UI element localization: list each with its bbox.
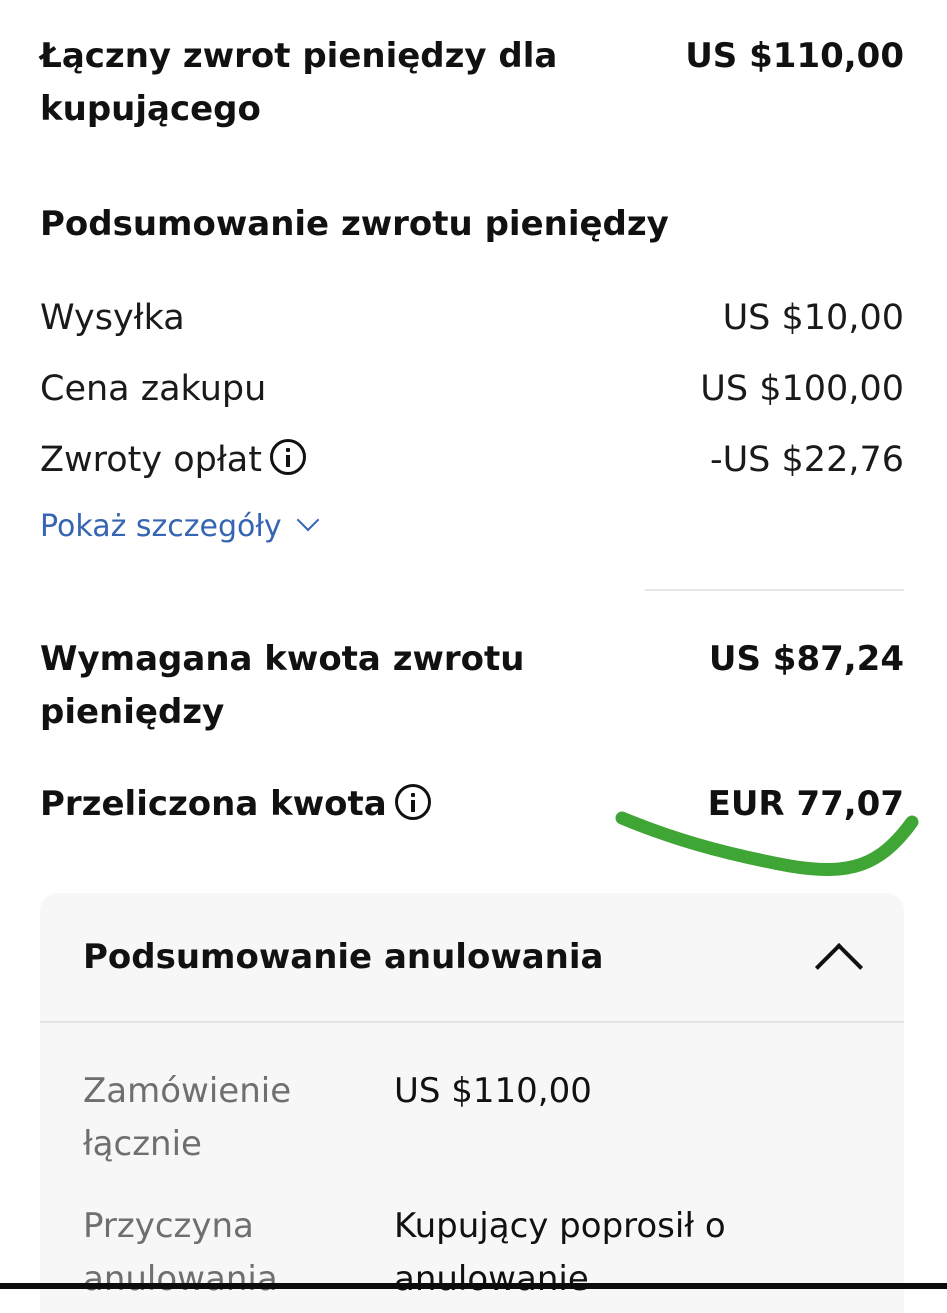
required-amount-row: Wymagana kwota zwrotu pieniędzy US $87,2… [40, 633, 904, 739]
refund-summary-heading-row: Podsumowanie zwrotu pieniędzy [40, 198, 904, 251]
cancel-reason-row: Przyczyna anulowania Kupujący poprosił o… [83, 1200, 814, 1306]
info-icon[interactable] [269, 439, 306, 475]
fee-refunds-label-wrap: Zwroty opłat [40, 438, 306, 482]
required-amount-value: US $87,24 [708, 639, 904, 679]
info-icon[interactable] [394, 783, 431, 820]
shipping-value: US $10,00 [722, 298, 904, 338]
cancel-reason-value: Kupujący poprosił o anulowanie [394, 1206, 726, 1299]
fee-refunds-value: -US $22,76 [709, 440, 904, 480]
total-refund-value: US $110,00 [685, 36, 904, 76]
green-underline-annotation [615, 811, 919, 877]
total-refund-row: Łączny zwrot pieniędzy dla kupującego US… [40, 30, 904, 136]
purchase-price-row: Cena zakupu US $100,00 [40, 367, 904, 411]
refund-summary-heading: Podsumowanie zwrotu pieniędzy [40, 204, 669, 244]
converted-amount-label-wrap: Przeliczona kwota [40, 778, 431, 831]
cancel-reason-label: Przyczyna anulowania [83, 1206, 278, 1299]
order-total-value: US $110,00 [394, 1071, 592, 1111]
required-amount-label: Wymagana kwota zwrotu pieniędzy [40, 639, 525, 732]
fee-refunds-label: Zwroty opłat [40, 440, 262, 480]
shipping-row: Wysyłka US $10,00 [40, 296, 904, 340]
divider [645, 589, 904, 591]
cancellation-summary-title: Podsumowanie anulowania [83, 937, 604, 977]
chevron-up-icon[interactable] [814, 942, 864, 992]
cancellation-summary-header[interactable]: Podsumowanie anulowania [40, 893, 904, 1023]
bottom-edge [0, 1283, 947, 1289]
fee-refunds-row: Zwroty opłat -US $22,76 [40, 438, 904, 482]
shipping-label: Wysyłka [40, 298, 185, 338]
cancellation-summary-card: Podsumowanie anulowania Zamówienie łączn… [40, 893, 904, 1313]
purchase-price-value: US $100,00 [700, 369, 904, 409]
show-details-label: Pokaż szczegóły [40, 509, 282, 544]
chevron-down-icon [296, 508, 319, 532]
converted-amount-label: Przeliczona kwota [40, 784, 387, 824]
purchase-price-label: Cena zakupu [40, 369, 267, 409]
total-refund-label: Łączny zwrot pieniędzy dla kupującego [40, 36, 558, 129]
order-total-label: Zamówienie łącznie [83, 1071, 292, 1164]
order-total-row: Zamówienie łącznie US $110,00 [83, 1065, 592, 1171]
show-details-link[interactable]: Pokaż szczegóły [40, 505, 319, 549]
